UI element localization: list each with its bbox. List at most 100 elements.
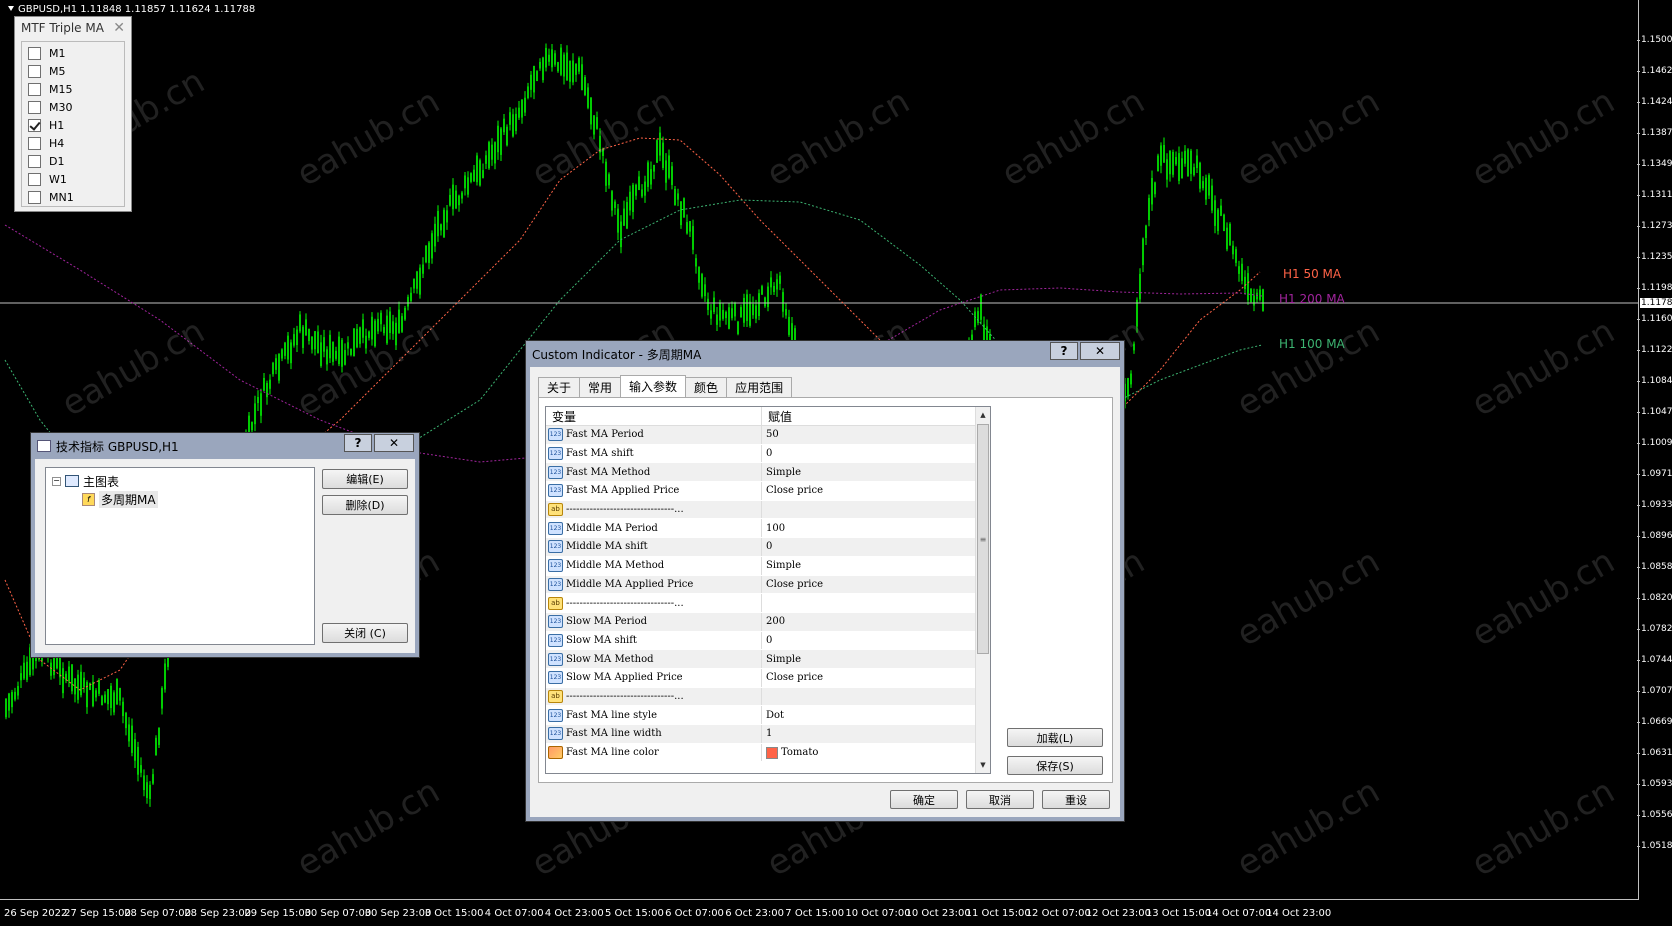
parameter-name-cell: 123 Middle MA Period [546, 519, 762, 538]
price-tick: 1.1084 [1637, 376, 1672, 386]
parameter-value-cell[interactable]: Close price [762, 576, 976, 594]
timeframe-option-m30[interactable]: M30 [22, 98, 124, 116]
indicators-dialog-titlebar[interactable]: 技术指标 GBPUSD,H1 ? ✕ [31, 433, 419, 459]
scroll-up-icon[interactable]: ▲ [976, 407, 990, 423]
timeframe-checkbox[interactable] [28, 82, 41, 96]
parameter-row[interactable]: ab --------------------------------... [546, 500, 976, 520]
parameter-value-cell[interactable]: Close price [762, 482, 976, 500]
close-button[interactable]: ✕ [374, 434, 414, 452]
timeframe-option-d1[interactable]: D1 [22, 152, 124, 170]
price-tick: 1.1160 [1637, 314, 1672, 324]
ok-button[interactable]: 确定 [890, 790, 958, 809]
cancel-button[interactable]: 取消 [966, 790, 1034, 809]
timeframe-checkbox[interactable] [28, 136, 41, 150]
load-button[interactable]: 加载(L) [1007, 728, 1103, 747]
parameter-row[interactable]: ab --------------------------------... [546, 594, 976, 613]
parameter-value-cell[interactable]: 200 [762, 613, 976, 631]
parameter-value-cell[interactable]: 0 [762, 445, 976, 463]
mtf-close-icon[interactable]: ✕ [113, 20, 125, 36]
parameter-row[interactable]: 123 Fast MA line style Dot [546, 706, 976, 725]
candle-body [623, 208, 625, 226]
indicator-tree[interactable]: − 主图表 f 多周期MA [45, 467, 315, 645]
edit-button[interactable]: 编辑(E) [322, 469, 408, 489]
close-button[interactable]: ✕ [1080, 342, 1120, 360]
parameter-row[interactable]: 123 Middle MA Period 100 [546, 519, 976, 539]
scroll-down-icon[interactable]: ▼ [976, 757, 990, 773]
parameter-row[interactable]: 123 Middle MA Method Simple [546, 556, 976, 576]
scroll-thumb[interactable]: ≡ [977, 424, 989, 654]
parameter-value-cell[interactable]: 0 [762, 538, 976, 556]
custom-dialog-titlebar[interactable]: Custom Indicator - 多周期MA ? ✕ [526, 341, 1124, 367]
parameter-row[interactable]: 123 Middle MA shift 0 [546, 538, 976, 557]
parameter-value-cell[interactable] [762, 688, 976, 706]
number-type-icon: 123 [548, 465, 563, 479]
timeframe-checkbox[interactable] [28, 154, 41, 168]
save-button[interactable]: 保存(S) [1007, 756, 1103, 775]
parameter-row[interactable]: ab --------------------------------... [546, 687, 976, 707]
tab-4[interactable]: 应用范围 [726, 377, 793, 397]
timeframe-checkbox[interactable] [28, 46, 41, 60]
price-tick: 1.0820 [1637, 593, 1672, 603]
parameter-row[interactable]: 123 Slow MA Period 200 [546, 612, 976, 632]
parameter-value-cell[interactable]: Dot [762, 706, 976, 724]
parameter-value-cell[interactable]: Simple [762, 650, 976, 668]
timeframe-option-h4[interactable]: H4 [22, 134, 124, 152]
parameter-row[interactable]: 123 Middle MA Applied Price Close price [546, 575, 976, 595]
delete-button[interactable]: 删除(D) [322, 495, 408, 515]
parameter-value-cell[interactable]: Tomato [762, 744, 976, 762]
parameter-row[interactable]: 123 Slow MA shift 0 [546, 631, 976, 651]
timeframe-checkbox[interactable] [28, 118, 41, 132]
parameter-value-cell[interactable]: 0 [762, 632, 976, 650]
parameter-value-cell[interactable] [762, 594, 976, 612]
close-dialog-button[interactable]: 关闭 (C) [322, 623, 408, 643]
candle-body [503, 118, 505, 133]
parameter-name: Fast MA line color [566, 747, 659, 759]
timeframe-checkbox[interactable] [28, 100, 41, 114]
parameter-row[interactable]: 123 Slow MA Method Simple [546, 650, 976, 669]
tab-0[interactable]: 关于 [538, 377, 581, 397]
candle-body [443, 209, 445, 238]
tab-3[interactable]: 颜色 [685, 377, 728, 397]
collapse-icon[interactable]: − [52, 476, 61, 486]
parameter-value-cell[interactable]: Simple [762, 557, 976, 575]
help-button[interactable]: ? [344, 434, 372, 452]
parameter-row[interactable]: 123 Slow MA Applied Price Close price [546, 668, 976, 688]
candle-body [110, 685, 112, 709]
parameter-value-cell[interactable]: Simple [762, 463, 976, 481]
candle-body [287, 335, 289, 360]
parameter-value-cell[interactable]: 50 [762, 426, 976, 444]
column-value[interactable]: 赋值 [762, 407, 792, 425]
candle-body [731, 308, 733, 319]
timeframe-option-m5[interactable]: M5 [22, 62, 124, 80]
timeframe-option-mn1[interactable]: MN1 [22, 188, 124, 206]
column-variable[interactable]: 变量 [546, 407, 762, 425]
parameter-row[interactable]: 123 Fast MA line width 1 [546, 725, 976, 744]
parameter-row[interactable]: Fast MA line color Tomato [546, 743, 976, 763]
timeframe-checkbox[interactable] [28, 64, 41, 78]
timeframe-checkbox[interactable] [28, 172, 41, 186]
parameter-value-cell[interactable]: 100 [762, 519, 976, 537]
parameter-row[interactable]: 123 Fast MA Method Simple [546, 463, 976, 483]
parameter-value-cell[interactable] [762, 501, 976, 519]
candle-body [767, 286, 769, 308]
timeframe-option-h1[interactable]: H1 [22, 116, 124, 134]
parameter-row[interactable]: 123 Fast MA Period 50 [546, 426, 976, 445]
timeframe-option-m1[interactable]: M1 [22, 44, 124, 62]
timeframe-checkbox[interactable] [28, 190, 41, 204]
help-button[interactable]: ? [1050, 342, 1078, 360]
grid-scrollbar[interactable]: ▲ ≡ ▼ [975, 407, 990, 773]
parameter-row[interactable]: 123 Fast MA Applied Price Close price [546, 482, 976, 501]
parameter-value-cell[interactable]: Close price [762, 669, 976, 687]
tab-1[interactable]: 常用 [579, 377, 622, 397]
custom-indicator-dialog: Custom Indicator - 多周期MA ? ✕ 关于 常用 输入参数 颜色应… [525, 340, 1125, 822]
tree-item-indicator[interactable]: f 多周期MA [52, 490, 308, 508]
reset-button[interactable]: 重设 [1042, 790, 1110, 809]
parameter-row[interactable]: 123 Fast MA shift 0 [546, 444, 976, 464]
timeframe-option-m15[interactable]: M15 [22, 80, 124, 98]
tab-2[interactable]: 输入参数 [620, 375, 687, 397]
timeframe-option-w1[interactable]: W1 [22, 170, 124, 188]
tree-item-main-chart[interactable]: − 主图表 [52, 472, 308, 490]
candle-body [410, 292, 412, 302]
parameters-grid[interactable]: 变量 赋值 123 Fast MA Period 50 123 Fast MA shif… [545, 406, 991, 774]
parameter-value-cell[interactable]: 1 [762, 725, 976, 743]
